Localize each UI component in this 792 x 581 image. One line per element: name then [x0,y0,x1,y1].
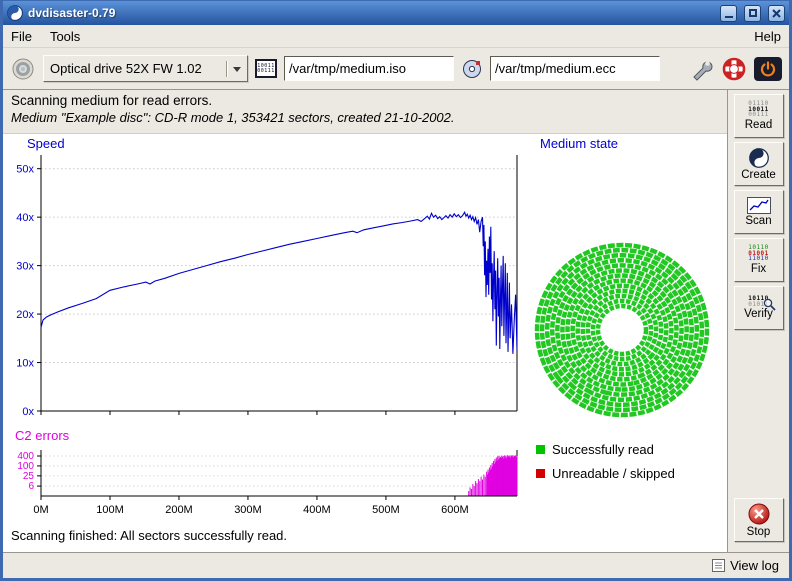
close-icon [772,9,781,18]
scan-result-status: Scanning finished: All sectors successfu… [11,528,287,543]
svg-text:40x: 40x [16,212,34,224]
scan-button-label: Scan [745,215,771,227]
c2-chart-title: C2 errors [15,428,69,443]
menu-tools[interactable]: Tools [50,29,80,44]
svg-text:30x: 30x [16,261,34,273]
minimize-icon [725,16,733,18]
svg-text:400: 400 [17,451,34,462]
create-button-label: Create [741,169,776,181]
menubar: File Tools Help [3,25,789,48]
stop-button-label: Stop [747,526,771,538]
wrench-icon [690,57,714,81]
scan-chart-icon [747,197,771,214]
medium-state-legend: Successfully read Unreadable / skipped [536,442,675,481]
speed-chart: 0x 10x 20x 30x 40x 50x [13,153,525,425]
menu-file[interactable]: File [11,29,32,44]
svg-text:6: 6 [28,481,34,492]
minimize-button[interactable] [720,5,737,22]
view-log-label: View log [730,558,779,573]
verify-button[interactable]: 10110 01011 Verify [734,286,784,330]
titlebar[interactable]: dvdisaster-0.79 [3,1,789,25]
svg-text:400M: 400M [303,504,331,516]
svg-text:600M: 600M [441,504,469,516]
stop-icon [748,503,770,525]
svg-text:300M: 300M [234,504,262,516]
close-button[interactable] [768,5,785,22]
read-button[interactable]: 01110 10011 00111 Read [734,94,784,138]
svg-text:25: 25 [23,471,35,482]
image-icon-binary-row: 00111 [257,69,275,74]
svg-text:200M: 200M [165,504,193,516]
svg-text:50x: 50x [16,164,34,176]
drive-button[interactable] [10,56,36,82]
content-column: Scanning medium for read errors. Medium … [3,90,727,552]
window-title: dvdisaster-0.79 [28,6,713,20]
status-line-1: Scanning medium for read errors. [11,93,719,108]
drive-icon [10,56,36,82]
yin-yang-icon [749,148,769,168]
help-button[interactable] [722,57,746,81]
quit-button[interactable] [754,57,782,81]
view-log-button[interactable]: View log [712,558,779,573]
maximize-button[interactable] [744,5,761,22]
chevron-down-icon [233,67,241,76]
toolbar: Optical drive 52X FW 1.02 10011 00111 [3,48,789,90]
main-area: Scanning medium for read errors. Medium … [3,90,789,552]
action-sidebar: 01110 10011 00111 Read Create [727,90,789,552]
success-swatch-icon [536,445,545,454]
magnifier-icon [763,298,776,311]
image-file-input[interactable] [284,56,454,81]
binary-row: 11010 [748,256,769,262]
preferences-button[interactable] [690,57,714,81]
svg-text:10x: 10x [16,358,34,370]
fix-binary-icon: 10110 01001 11010 [748,245,769,262]
legend-item-unreadable: Unreadable / skipped [536,466,675,481]
footer-bar: View log [3,552,789,578]
svg-text:0M: 0M [33,504,48,516]
medium-state-title: Medium state [540,136,618,151]
scan-canvas: Speed 0x 10x 20x 30x 40x 50x Medium state C2 … [3,134,727,552]
app-icon[interactable] [7,5,23,21]
drive-selector-dropdown[interactable]: Optical drive 52X FW 1.02 [43,55,248,82]
ecc-file-icon [461,59,483,79]
create-button[interactable]: Create [734,142,784,186]
toolbar-right-group [690,57,782,81]
fix-button[interactable]: 10110 01001 11010 Fix [734,238,784,282]
legend-item-success: Successfully read [536,442,675,457]
binary-read-icon: 01110 10011 00111 [748,101,769,118]
unreadable-swatch-icon [536,469,545,478]
svg-text:500M: 500M [372,504,400,516]
svg-text:100: 100 [17,461,34,472]
svg-text:100M: 100M [96,504,124,516]
menu-help[interactable]: Help [754,29,781,44]
scan-button[interactable]: Scan [734,190,784,234]
combo-separator [226,61,227,77]
ecc-file-input[interactable] [490,56,660,81]
status-header: Scanning medium for read errors. Medium … [3,90,727,134]
svg-text:0x: 0x [22,406,34,418]
legend-label: Successfully read [552,442,654,457]
maximize-icon [749,9,757,17]
fix-button-label: Fix [751,263,766,275]
verify-magnifier-icon: 10110 01011 [748,296,769,307]
stop-button[interactable]: Stop [734,498,784,542]
medium-state-disc [530,238,714,422]
app-window: dvdisaster-0.79 File Tools Help Optical … [0,0,792,581]
medium-info-line: Medium "Example disc": CD-R mode 1, 3534… [11,110,719,125]
log-icon [712,559,725,572]
lifebelt-icon [722,57,746,81]
power-icon [759,60,777,78]
svg-text:20x: 20x [16,309,34,321]
image-file-icon: 10011 00111 [255,59,277,78]
read-button-label: Read [745,119,773,131]
drive-selector-value: Optical drive 52X FW 1.02 [50,61,220,76]
binary-row: 00111 [748,112,769,118]
speed-chart-title: Speed [27,136,65,151]
legend-label: Unreadable / skipped [552,466,675,481]
c2-errors-chart: 625100400 0M 100M 200M 300M 400M 500M 600M [13,448,525,526]
